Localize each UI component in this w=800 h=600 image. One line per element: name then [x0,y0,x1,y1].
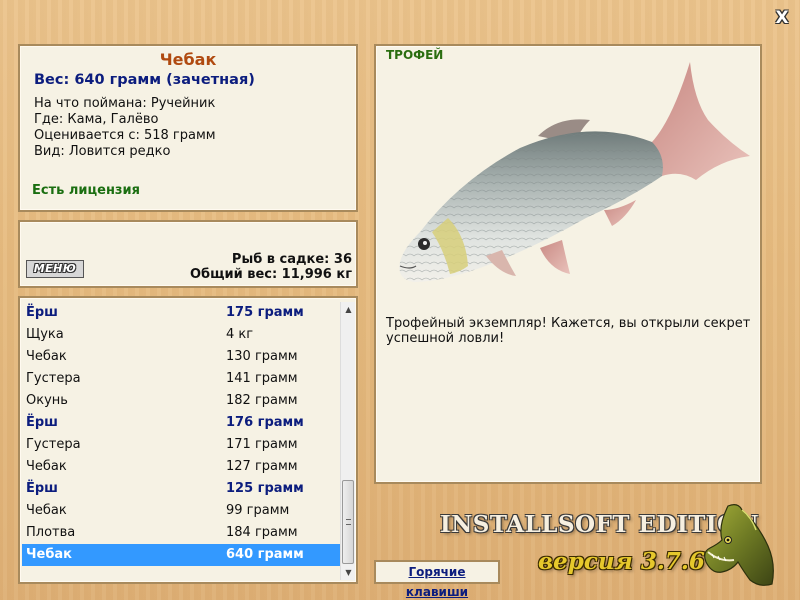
list-item[interactable]: Ёрш 125 грамм [22,478,342,500]
list-item-weight: 141 грамм [226,371,298,386]
list-item[interactable]: Ёрш 176 грамм [22,412,342,434]
fish-info-panel: Чебак Вес: 640 грамм (зачетная) На что п… [18,44,358,212]
list-item[interactable]: Чебак 99 грамм [22,500,342,522]
list-item-name: Щука [26,327,64,342]
list-item-weight: 127 грамм [226,459,298,474]
list-item-weight: 182 грамм [226,393,298,408]
close-button[interactable]: X [772,8,792,28]
list-item-weight: 99 грамм [226,503,290,518]
hotkeys-button[interactable]: Горячие клавиши [374,560,500,599]
license-status: Есть лицензия [32,183,140,198]
list-scrollbar[interactable]: ▲ ▼ [340,302,355,580]
list-item-name: Окунь [26,393,68,408]
list-item-name: Густера [26,437,81,452]
list-item-name: Чебак [26,503,67,518]
scroll-down-arrow-icon[interactable]: ▼ [341,565,356,580]
list-item[interactable]: Плотва 184 грамм [22,522,342,544]
list-item[interactable]: Щука 4 кг [22,324,342,346]
list-item-name: Ёрш [26,481,58,496]
list-item-weight: 171 грамм [226,437,298,452]
list-item[interactable]: Чебак 127 грамм [22,456,342,478]
list-item[interactable]: Густера 141 грамм [22,368,342,390]
list-item[interactable]: Окунь 182 грамм [22,390,342,412]
list-item-weight: 640 грамм [226,547,304,562]
list-item-name: Густера [26,371,81,386]
trophy-message: Трофейный экземпляр! Кажется, вы открыли… [386,316,751,346]
list-item-weight: 175 грамм [226,305,304,320]
scroll-up-arrow-icon[interactable]: ▲ [341,302,356,317]
list-item-name: Чебак [26,459,67,474]
list-item-weight: 130 грамм [226,349,298,364]
version-text: версия 3.7.6 [538,548,705,575]
list-item-name: Ёрш [26,415,58,430]
list-item-weight: 125 грамм [226,481,304,496]
trophy-panel: ТРОФЕЙ Трофейный экземпляр! Кажется, вы … [374,44,762,484]
list-item-name: Ёрш [26,305,58,320]
fish-icon [399,62,750,282]
fish-weight: Вес: 640 грамм (зачетная) [34,72,255,88]
caught-on-text: На что поймана: Ручейник [34,96,216,111]
catch-list: Ёрш 175 грамм Щука 4 кг Чебак 130 грамм … [22,302,342,566]
list-item[interactable]: Ёрш 175 грамм [22,302,342,324]
list-item-weight: 4 кг [226,327,254,342]
fish-name: Чебак [159,50,217,69]
list-item[interactable]: Чебак 130 грамм [22,346,342,368]
list-item-selected[interactable]: Чебак 640 грамм [22,544,342,566]
list-item-name: Чебак [26,547,72,562]
location-text: Где: Кама, Галёво [34,112,159,127]
cage-stats: Рыб в садке: 36 Общий вес: 11,996 кг [190,252,352,282]
scroll-thumb[interactable] [342,480,354,564]
list-item-weight: 184 грамм [226,525,298,540]
menu-button[interactable]: МЕНЮ [26,260,84,278]
catch-list-panel: Ёрш 175 грамм Щука 4 кг Чебак 130 грамм … [18,296,358,584]
fish-count: Рыб в садке: 36 [231,252,352,267]
cage-panel: МЕНЮ Рыб в садке: 36 Общий вес: 11,996 к… [18,220,358,288]
list-item[interactable]: Густера 171 грамм [22,434,342,456]
species-kind-text: Вид: Ловится редко [34,144,171,159]
pike-icon [704,504,774,586]
list-item-name: Плотва [26,525,76,540]
rated-from-text: Оценивается с: 518 грамм [34,128,216,143]
list-item-weight: 176 грамм [226,415,304,430]
list-item-name: Чебак [26,349,67,364]
total-weight: Общий вес: 11,996 кг [189,267,352,282]
